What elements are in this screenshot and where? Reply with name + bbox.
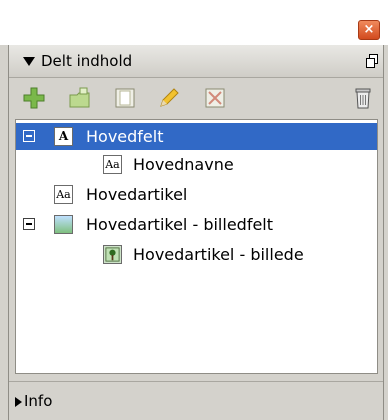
shared-content-tree: A Hovedfelt Aa Hovednavne Aa Hovedartike… — [15, 119, 378, 374]
close-icon: × — [363, 22, 375, 37]
panel-menu-icon[interactable] — [366, 54, 378, 68]
picture-icon — [103, 245, 122, 264]
collapse-toggle[interactable] — [23, 130, 35, 142]
plus-icon[interactable] — [22, 86, 46, 110]
close-button[interactable]: × — [358, 20, 380, 40]
panel: Delt indhold A Hovedfelt Aa Hovednavne A… — [8, 45, 384, 420]
tree-item-label: Hovedartikel — [86, 185, 188, 204]
tree-item-label: Hovedfelt — [86, 127, 164, 146]
panel-header[interactable]: Delt indhold — [9, 45, 383, 78]
trash-icon[interactable] — [351, 86, 375, 110]
text-style-icon: Aa — [103, 155, 122, 174]
info-section[interactable]: Info — [9, 381, 383, 420]
tree-item-hovednavne[interactable]: Aa Hovednavne — [16, 151, 377, 178]
panel-toolbar — [9, 79, 383, 117]
tree-item-hovedartikel-billedfelt[interactable]: Hovedartikel - billedfelt — [16, 211, 377, 238]
palette-title-strip: × — [0, 0, 388, 45]
tree-item-label: Hovedartikel - billede — [133, 245, 304, 264]
panel-title: Delt indhold — [41, 52, 133, 70]
pencil-icon[interactable] — [157, 86, 181, 110]
text-style-icon: Aa — [54, 185, 73, 204]
info-label: Info — [24, 392, 53, 410]
image-frame-icon — [54, 215, 73, 234]
collapse-triangle-icon[interactable] — [23, 57, 35, 66]
tree-item-hovedfelt[interactable]: A Hovedfelt — [16, 123, 377, 150]
tree-item-hovedartikel-billede[interactable]: Hovedartikel - billede — [16, 241, 377, 268]
tree-item-label: Hovednavne — [133, 155, 234, 174]
frame-icon[interactable] — [113, 86, 137, 110]
tree-item-hovedartikel[interactable]: Aa Hovedartikel — [16, 181, 377, 208]
shared-content-palette: × Delt indhold A Hovedfelt Aa Hovednavne… — [0, 0, 388, 420]
text-frame-icon: A — [54, 127, 73, 146]
expand-triangle-icon[interactable] — [15, 397, 22, 407]
new-folder-icon[interactable] — [68, 86, 92, 110]
unlink-icon[interactable] — [203, 86, 227, 110]
collapse-toggle[interactable] — [23, 218, 35, 230]
tree-item-label: Hovedartikel - billedfelt — [86, 215, 274, 234]
